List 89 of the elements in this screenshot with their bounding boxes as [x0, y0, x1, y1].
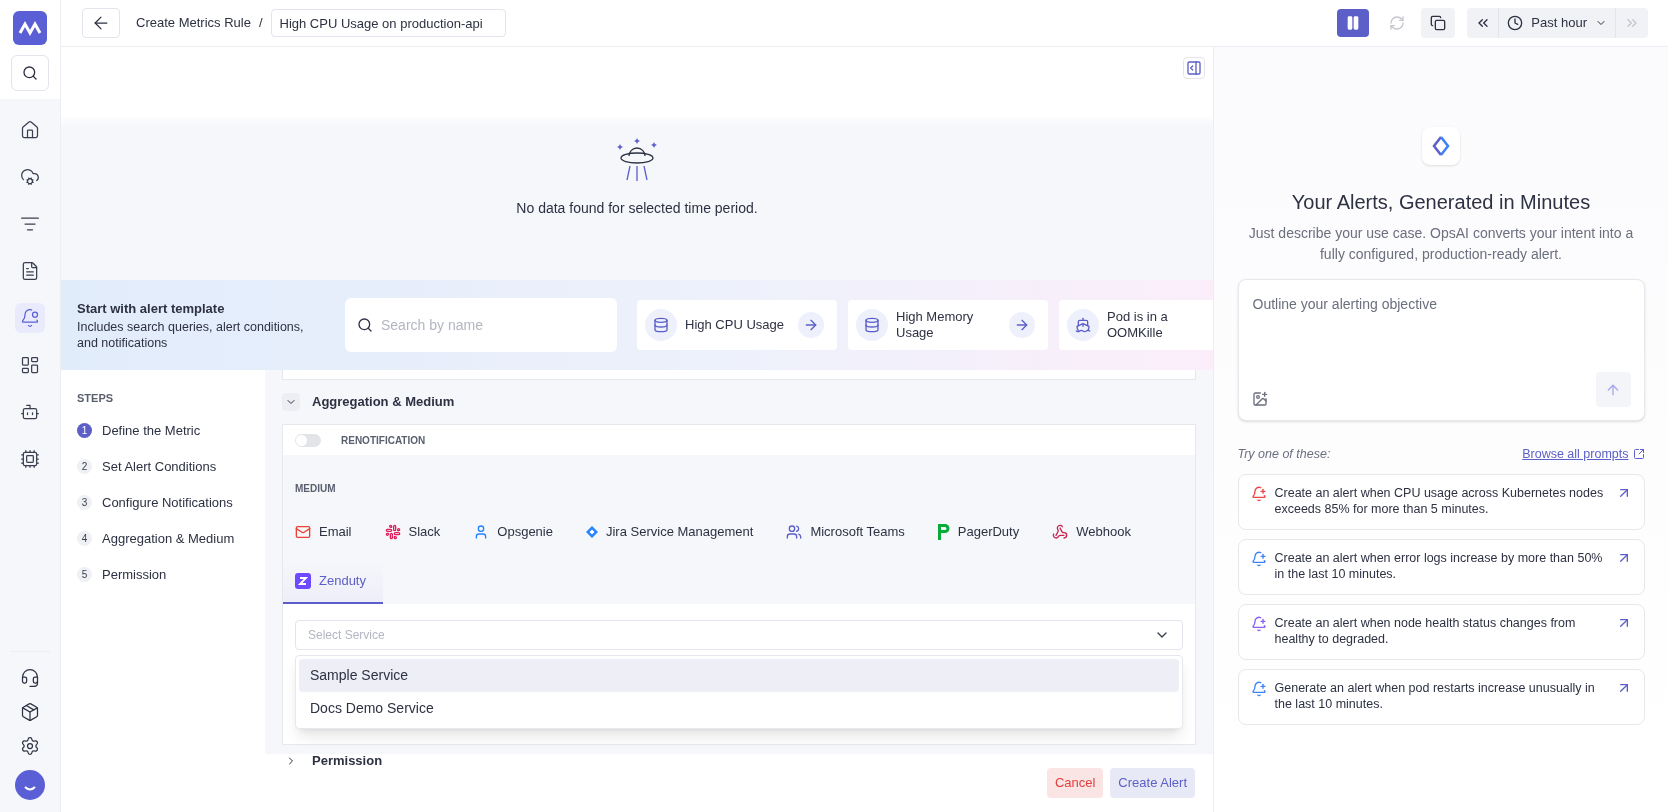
prompt-text: Create an alert when CPU usage across Kubernetes nodes exceeds 85% for more than 5 minutes.: [1274, 484, 1605, 517]
step-number: 3: [77, 495, 92, 510]
panel-icon: [1186, 60, 1202, 76]
try-label: Try one of these:: [1237, 446, 1331, 463]
copy-icon: [1430, 15, 1447, 31]
mail-icon: [295, 524, 311, 540]
template-label: Pod is in a OOMKille: [1107, 309, 1169, 341]
prompt-field[interactable]: Outline your alerting objective: [1237, 279, 1645, 421]
template-card[interactable]: High Memory Usage: [848, 300, 1048, 350]
medium-tab[interactable]: Jira Service Management: [585, 512, 754, 552]
prompt-suggestion[interactable]: Create an alert when CPU usage across Kubernetes nodes exceeds 85% for more than 5 minutes.: [1237, 473, 1645, 530]
image-upload-icon[interactable]: [1251, 391, 1268, 407]
step-label: Aggregation & Medium: [102, 529, 235, 548]
hash-icon: [384, 524, 401, 540]
template-card[interactable]: Pod is in a OOMKille: [1059, 300, 1213, 350]
prompt-text: Generate an alert when pod restarts increase unusually in the last 10 minutes.: [1274, 679, 1596, 712]
medium-tab[interactable]: Opsgenie: [473, 512, 553, 552]
template-label: High CPU Usage: [685, 317, 785, 333]
logo-icon[interactable]: [13, 11, 47, 45]
zigzag-icon: [295, 573, 311, 589]
steps-heading: STEPS: [77, 391, 115, 406]
bell-icon[interactable]: [15, 303, 45, 333]
medium-tab[interactable]: Slack: [384, 512, 441, 552]
diamond-icon: [585, 526, 598, 538]
prompt-suggestion[interactable]: Generate an alert when pod restarts increase unusually in the last 10 minutes.: [1237, 668, 1645, 725]
external-link-icon: [1632, 448, 1645, 461]
time-range-dropdown[interactable]: Past hour: [1499, 8, 1616, 38]
step-label: Define the Metric: [102, 421, 201, 440]
section-title: Permission: [312, 752, 383, 771]
webhook-icon: [1052, 524, 1069, 540]
medium-label: MEDIUM: [294, 482, 337, 496]
medium-tab[interactable]: Email: [295, 512, 352, 552]
browse-prompts-link[interactable]: Browse all prompts: [1522, 445, 1645, 464]
database-icon: [653, 317, 669, 333]
search-icon: [357, 317, 373, 333]
template-subtitle: Includes search queries, alert conditions, and notifications: [77, 318, 305, 351]
step-label: Permission: [102, 565, 167, 584]
breadcrumb-separator: /: [258, 14, 263, 33]
arrow-right-icon: [1014, 317, 1030, 333]
search-button[interactable]: [11, 55, 49, 91]
toggle-switch[interactable]: [295, 433, 321, 447]
step-item[interactable]: 3 Configure Notifications: [77, 484, 265, 521]
breadcrumb-link[interactable]: Create Metrics Rule: [136, 13, 251, 33]
copy-button[interactable]: [1421, 8, 1456, 38]
renotification-label: RENOTIFICATION: [341, 433, 426, 448]
step-number: 4: [77, 531, 92, 546]
prompt-suggestion[interactable]: Create an alert when error logs increase by more than 50% in the last 10 minutes.: [1237, 538, 1645, 595]
step-item[interactable]: 5 Permission: [77, 556, 265, 593]
step-item[interactable]: 4 Aggregation & Medium: [77, 520, 265, 557]
section-title: Aggregation & Medium: [312, 393, 455, 412]
medium-tab[interactable]: Microsoft Teams: [786, 512, 905, 552]
database-icon: [864, 317, 880, 333]
step-label: Configure Notifications: [102, 493, 233, 512]
prompt-text: Create an alert when error logs increase by more than 50% in the last 10 minutes.: [1274, 549, 1604, 582]
flag-icon: [937, 524, 950, 540]
headset-icon[interactable]: [20, 668, 40, 688]
medium-tab[interactable]: PagerDuty: [937, 512, 1020, 552]
clock-icon: [1507, 15, 1524, 31]
prompt-text: Create an alert when node health status changes from healthy to degraded.: [1274, 614, 1577, 647]
settings-icon[interactable]: [20, 736, 40, 756]
template-title: Start with alert template: [77, 300, 226, 319]
rule-name-field[interactable]: High CPU Usage on production-api: [270, 9, 506, 37]
prompt-suggestion[interactable]: Create an alert when node health status changes from healthy to degraded.: [1237, 603, 1645, 660]
step-number: 5: [77, 567, 92, 582]
step-item[interactable]: 1 Define the Metric: [77, 412, 265, 449]
people-icon: [786, 524, 803, 540]
step-label: Set Alert Conditions: [102, 457, 217, 476]
cube-icon[interactable]: [20, 702, 40, 722]
cancel-button[interactable]: Cancel: [1046, 768, 1104, 798]
refresh-icon: [1389, 15, 1406, 31]
back-button[interactable]: [82, 8, 120, 38]
empty-message: No data found for selected time period.: [516, 198, 758, 218]
assistant-description: Just describe your use case. OpsAI converts your intent into a fully configured, production-ready alert.: [1247, 224, 1635, 264]
pause-button[interactable]: [1337, 9, 1370, 37]
step-number: 1: [77, 423, 92, 438]
template-card[interactable]: High CPU Usage: [637, 300, 837, 350]
assistant-title: Your Alerts, Generated in Minutes: [1291, 190, 1591, 215]
panel-toggle-icon[interactable]: [1183, 57, 1205, 79]
collapse-button[interactable]: [282, 393, 300, 411]
medium-tab[interactable]: Webhook: [1052, 512, 1131, 552]
step-item[interactable]: 2 Set Alert Conditions: [77, 448, 265, 485]
avatar-icon[interactable]: [15, 770, 45, 800]
search-field[interactable]: Search by name: [345, 298, 617, 352]
step-number: 2: [77, 459, 92, 474]
template-label: High Memory Usage: [896, 309, 975, 341]
create-alert-button[interactable]: Create Alert: [1110, 768, 1195, 798]
dropdown-option[interactable]: Docs Demo Service: [299, 692, 1179, 725]
dropdown-option[interactable]: Sample Service: [299, 659, 1179, 692]
search-icon: [22, 65, 38, 81]
